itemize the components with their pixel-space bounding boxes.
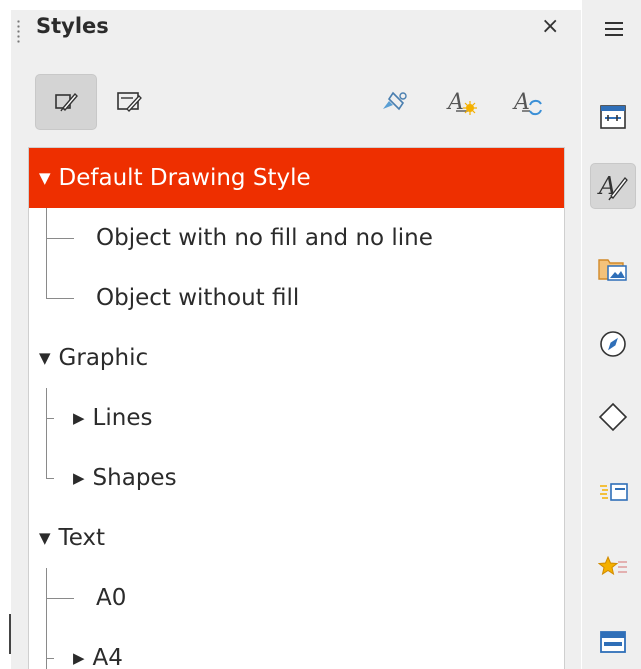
tree-item-label: Object with no fill and no line xyxy=(96,225,433,251)
drawing-styles-button[interactable] xyxy=(35,74,97,130)
styles-tree[interactable]: ▼ Default Drawing Style Object with no f… xyxy=(28,147,565,669)
new-style-button[interactable]: A xyxy=(431,74,493,130)
update-style-icon: A xyxy=(512,90,542,116)
tree-item-label: A4 xyxy=(92,645,123,669)
expand-triangle-icon[interactable]: ▶ xyxy=(73,649,85,667)
tree-item-shapes[interactable]: ▶ Shapes xyxy=(29,448,564,508)
navigator-tab[interactable] xyxy=(590,321,636,367)
left-edge-divider xyxy=(9,614,11,654)
slide-transition-icon xyxy=(598,555,627,576)
tree-item-label: Graphic xyxy=(58,345,149,371)
drag-grip-icon[interactable] xyxy=(17,19,20,43)
collapse-triangle-icon[interactable]: ▼ xyxy=(39,169,51,187)
styles-tab[interactable]: A xyxy=(590,163,636,209)
tree-item-a4[interactable]: ▶ A4 xyxy=(29,628,564,669)
hamburger-icon[interactable] xyxy=(605,22,623,40)
tree-item-a0[interactable]: A0 xyxy=(29,568,564,628)
expand-triangle-icon[interactable]: ▶ xyxy=(73,469,85,487)
update-style-button[interactable]: A xyxy=(497,74,559,130)
tree-item-label: Text xyxy=(58,525,106,551)
tree-item-lines[interactable]: ▶ Lines xyxy=(29,388,564,448)
navigator-icon xyxy=(600,331,626,357)
fill-format-mode-icon xyxy=(383,91,407,111)
tree-item-text[interactable]: ▼ Text xyxy=(29,508,564,568)
tree-item-no-fill-no-line[interactable]: Object with no fill and no line xyxy=(29,208,564,268)
close-button[interactable]: × xyxy=(541,14,559,39)
animation-tab[interactable] xyxy=(590,469,636,515)
tree-item-label: A0 xyxy=(96,585,127,611)
shapes-icon xyxy=(598,402,628,432)
slide-transition-tab[interactable] xyxy=(590,545,636,591)
animation-icon xyxy=(600,483,628,501)
tree-item-default-drawing-style[interactable]: ▼ Default Drawing Style xyxy=(29,148,564,208)
gallery-tab[interactable] xyxy=(590,246,636,292)
new-style-from-selection-icon: A xyxy=(446,90,477,115)
tree-item-label: Shapes xyxy=(92,465,177,491)
presentation-styles-button[interactable] xyxy=(98,74,160,130)
styles-icon: A xyxy=(597,172,628,201)
properties-tab[interactable] xyxy=(590,94,636,140)
expand-triangle-icon[interactable]: ▶ xyxy=(73,409,85,427)
fill-format-mode-button[interactable] xyxy=(363,74,425,130)
properties-icon xyxy=(600,105,626,129)
tree-item-label: Lines xyxy=(92,405,153,431)
master-slides-tab[interactable] xyxy=(590,620,636,666)
master-slides-icon xyxy=(600,631,626,653)
presentation-styles-icon xyxy=(117,92,142,112)
tree-item-label: Object without fill xyxy=(96,285,300,311)
tree-item-label: Default Drawing Style xyxy=(58,165,311,191)
gallery-icon xyxy=(598,259,627,281)
tree-item-graphic[interactable]: ▼ Graphic xyxy=(29,328,564,388)
shapes-tab[interactable] xyxy=(590,394,636,440)
drawing-styles-icon xyxy=(55,92,78,112)
tree-item-without-fill[interactable]: Object without fill xyxy=(29,268,564,328)
collapse-triangle-icon[interactable]: ▼ xyxy=(39,349,51,367)
panel-title: Styles xyxy=(36,14,109,38)
collapse-triangle-icon[interactable]: ▼ xyxy=(39,529,51,547)
